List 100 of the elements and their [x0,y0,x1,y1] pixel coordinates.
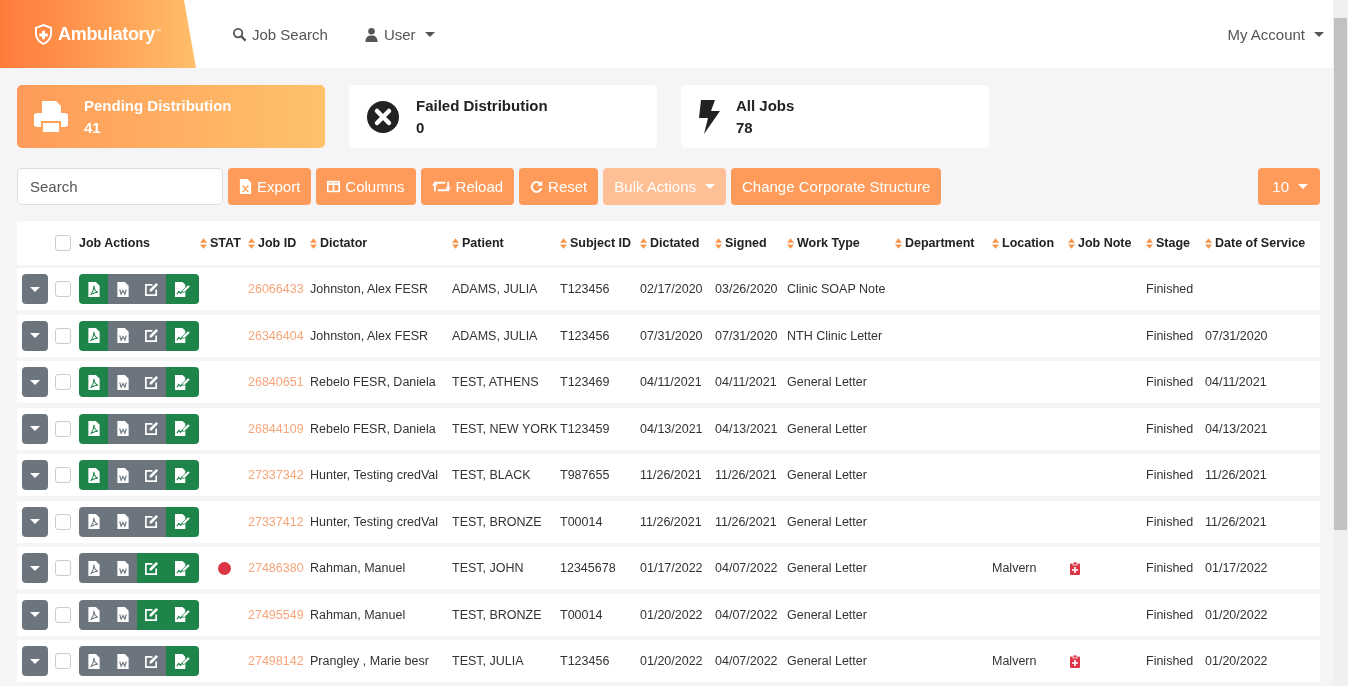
column-header[interactable]: Location [992,236,1068,250]
stat-card[interactable]: All Jobs 78 [681,85,989,148]
table-cell: 04/07/2022 [715,561,778,575]
edit-action-button[interactable] [137,413,166,444]
user-icon [363,26,379,42]
row-menu-button[interactable] [22,599,48,630]
row-checkbox[interactable] [55,420,71,437]
edit-action-button[interactable] [137,553,166,583]
signature-file-icon [175,560,190,576]
scrollbar-thumb[interactable] [1334,18,1347,530]
select-all-checkbox[interactable] [55,235,71,251]
edit-action-button[interactable] [137,274,166,304]
pdf-action-button[interactable] [79,646,108,676]
row-menu-button[interactable] [22,367,48,397]
column-header[interactable]: Stage [1146,236,1205,250]
stat-card[interactable]: Failed Distribution 0 [349,85,657,148]
sign-action-button[interactable] [166,367,199,397]
word-action-button[interactable] [108,274,137,304]
row-menu-button[interactable] [22,460,48,490]
caret-icon [30,333,40,338]
edit-action-button[interactable] [137,599,166,630]
word-file-icon [116,467,129,483]
row-checkbox[interactable] [55,513,71,530]
pdf-action-button[interactable] [79,367,108,397]
table-cell: General Letter [787,561,867,575]
table-cell: 11/26/2021 [640,514,702,529]
word-action-button[interactable] [108,460,137,490]
edit-action-button[interactable] [137,506,166,537]
pdf-action-button[interactable] [79,506,108,537]
table-cell: 11/26/2021 [715,468,777,482]
sign-action-button[interactable] [166,646,199,676]
sort-icon [1068,237,1075,249]
row-menu-button[interactable] [22,553,48,583]
account-menu[interactable]: My Account [1227,25,1324,43]
clipboard-plus-icon[interactable] [1070,654,1080,668]
table-cell: 07/31/2020 [1205,328,1268,343]
row-checkbox[interactable] [55,327,71,344]
pdf-action-button[interactable] [79,413,108,444]
row-menu-button[interactable] [22,320,48,351]
pdf-file-icon [87,607,100,622]
row-checkbox[interactable] [55,467,71,483]
sign-action-button[interactable] [166,460,199,490]
edit-action-button[interactable] [137,320,166,351]
sign-action-button[interactable] [166,506,199,537]
pdf-action-button[interactable] [79,460,108,490]
pdf-file-icon [87,421,100,436]
nav-link[interactable]: Job Search [232,25,328,43]
column-header[interactable]: Job Actions [79,236,200,250]
sign-action-button[interactable] [166,599,199,630]
column-header[interactable]: Signed [715,236,787,250]
column-header[interactable]: STAT [200,236,248,250]
table-cell: TEST, BLACK [452,468,531,482]
column-header[interactable]: Patient [452,236,560,250]
table-cell: Finished [1146,468,1194,482]
word-file-icon [116,607,129,622]
scrollbar[interactable] [1333,0,1348,686]
word-file-icon [116,514,129,529]
column-header[interactable]: Subject ID [560,236,640,250]
row-menu-button[interactable] [22,646,48,676]
word-action-button[interactable] [108,599,137,630]
row-checkbox[interactable] [55,374,71,390]
nav-link[interactable]: User [363,25,435,43]
clipboard-plus-icon[interactable] [1070,561,1080,575]
word-action-button[interactable] [108,413,137,444]
pdf-action-button[interactable] [79,599,108,630]
table-cell: 01/17/2022 [640,561,703,575]
column-header[interactable]: Department [895,236,992,250]
sort-icon [248,237,255,249]
search-field[interactable]: Search [17,168,223,205]
row-menu-button[interactable] [22,274,48,304]
column-header[interactable]: Job Note [1068,236,1146,250]
pdf-action-button[interactable] [79,553,108,583]
edit-action-button[interactable] [137,646,166,676]
table-cell: ADAMS, JULIA [452,328,538,343]
sign-action-button[interactable] [166,553,199,583]
sign-action-button[interactable] [166,413,199,444]
column-header[interactable]: Date of Service [1205,236,1320,250]
row-menu-button[interactable] [22,413,48,444]
word-file-icon [116,374,129,390]
sign-action-button[interactable] [166,274,199,304]
row-checkbox[interactable] [55,653,71,669]
column-header[interactable]: Work Type [787,236,895,250]
row-menu-button[interactable] [22,506,48,537]
edit-icon [144,421,159,436]
edit-action-button[interactable] [137,460,166,490]
row-checkbox[interactable] [55,281,71,297]
pdf-action-button[interactable] [79,320,108,351]
table-cell: General Letter [787,514,867,529]
row-checkbox[interactable] [55,560,71,576]
column-header[interactable]: Dictated [640,236,715,250]
pdf-action-button[interactable] [79,274,108,304]
edit-action-button[interactable] [137,367,166,397]
word-action-button[interactable] [108,553,137,583]
word-action-button[interactable] [108,367,137,397]
column-header[interactable]: Job ID [248,236,310,250]
row-checkbox[interactable] [55,606,71,623]
column-header[interactable]: Dictator [310,236,452,250]
word-file-icon [116,421,129,436]
word-action-button[interactable] [108,320,137,351]
sign-action-button[interactable] [166,320,199,351]
